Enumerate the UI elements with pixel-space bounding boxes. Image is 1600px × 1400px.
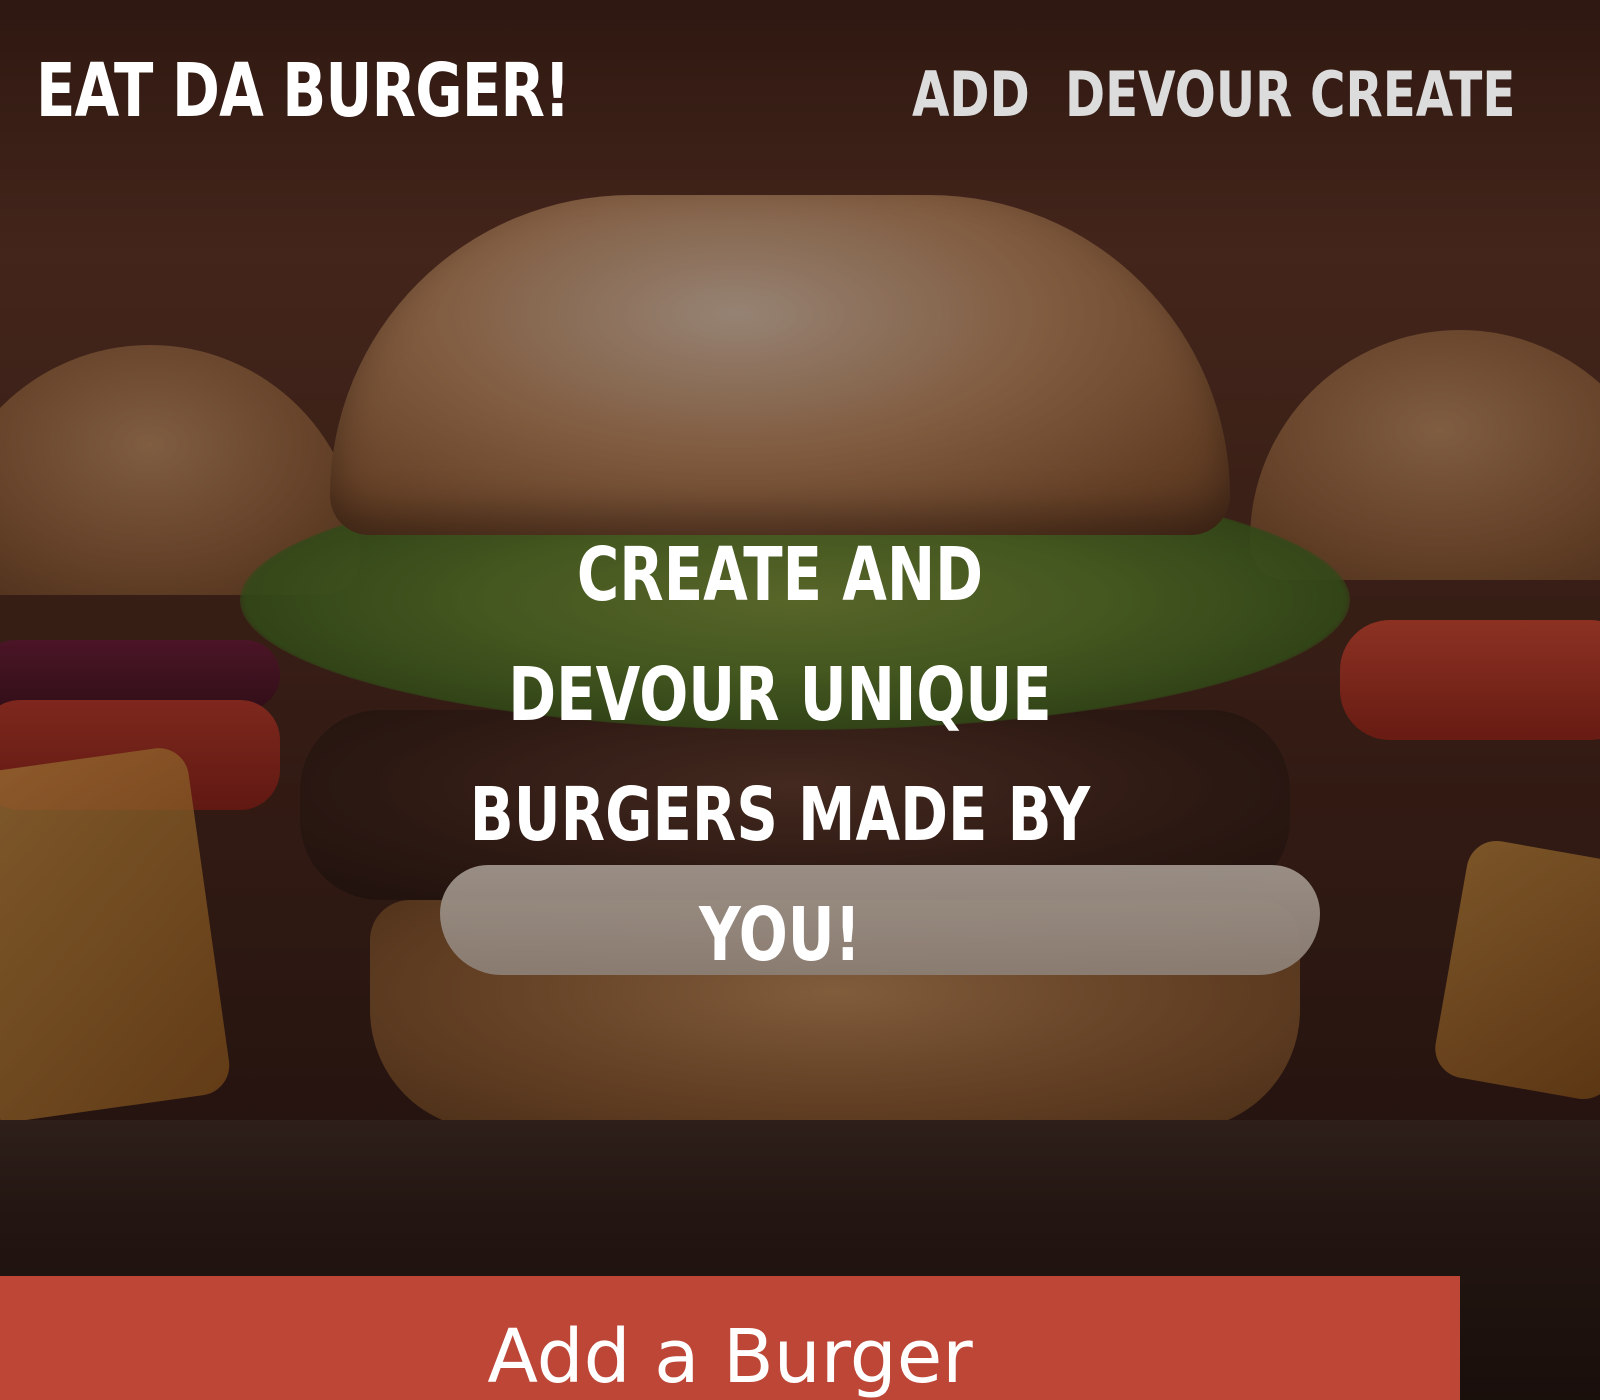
hero-heading: CREATE AND DEVOUR UNIQUE BURGERS MADE BY… — [469, 532, 1091, 978]
nav-link-devour[interactable]: DEVOUR — [1065, 58, 1292, 131]
nav-link-create[interactable]: CREATE — [1310, 58, 1515, 131]
add-burger-section: Add a Burger — [0, 1276, 1460, 1400]
add-burger-title: Add a Burger — [487, 1314, 973, 1400]
brand-logo-link[interactable]: EAT DA BURGER! — [36, 48, 571, 134]
page: EAT DA BURGER! ADD DEVOUR CREATE CREATE … — [0, 0, 1600, 1400]
nav-link-add[interactable]: ADD — [912, 58, 1030, 131]
navbar: EAT DA BURGER! ADD DEVOUR CREATE — [0, 0, 1600, 190]
